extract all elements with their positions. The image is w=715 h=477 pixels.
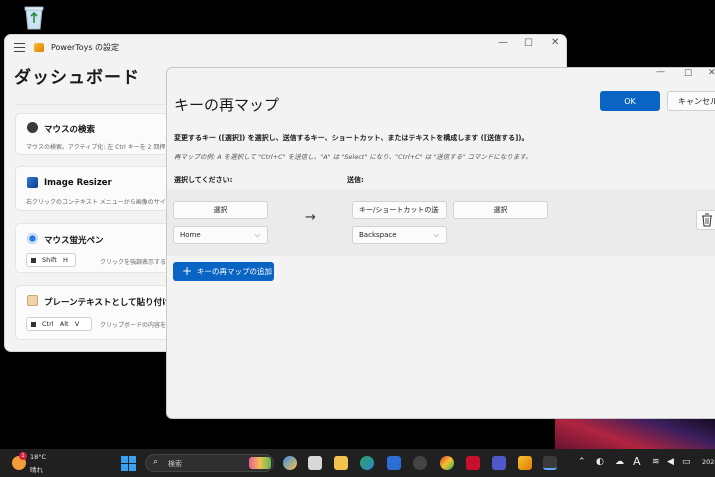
ime-icon[interactable]: A bbox=[633, 455, 641, 468]
send-column-header: 送信: bbox=[347, 176, 364, 184]
from-key-dropdown[interactable]: Home ⌵ bbox=[173, 226, 268, 244]
minimize-icon[interactable]: — bbox=[656, 67, 665, 77]
weather-condition: 晴れ bbox=[30, 466, 43, 474]
instruction-text: 変更するキー ([選択]) を選択し、送信するキー、ショートカット、またはテキス… bbox=[174, 134, 529, 142]
card-description: クリップボードの内容を書 bbox=[100, 322, 173, 329]
key-label: H bbox=[62, 256, 68, 264]
search-placeholder: 検索 bbox=[168, 460, 182, 468]
trash-icon bbox=[702, 213, 712, 227]
button-label: キーの再マップの追加 bbox=[197, 267, 272, 276]
tray-app-icon[interactable]: ◐ bbox=[596, 457, 604, 467]
card-title: プレーンテキストとして貼り付け bbox=[44, 298, 171, 308]
remap-row: 選択 Home ⌵ → キー/ショートカットの送 ⌵ 選択 Backspace … bbox=[167, 189, 715, 256]
chevron-down-icon: ⌵ bbox=[433, 231, 439, 239]
maximize-icon[interactable]: ☐ bbox=[524, 38, 533, 49]
battery-icon[interactable]: ▭ bbox=[682, 457, 691, 467]
hamburger-menu-icon[interactable] bbox=[14, 43, 25, 52]
card-edge bbox=[15, 95, 185, 105]
title-bar: PowerToys の設定 — ☐ ✕ bbox=[5, 35, 566, 61]
key-label: Shift bbox=[42, 256, 57, 264]
copilot-icon[interactable] bbox=[283, 456, 297, 470]
card-paste-plain[interactable]: プレーンテキストとして貼り付け Ctrl Alt V クリップボードの内容を書 bbox=[15, 285, 185, 340]
close-icon[interactable]: ✕ bbox=[708, 68, 715, 78]
notification-badge: 1 bbox=[19, 452, 27, 460]
chevron-down-icon: ⌵ bbox=[433, 206, 439, 214]
maximize-icon[interactable]: ☐ bbox=[684, 69, 692, 79]
example-text: 再マップの例: A を選択して "Ctrl+C" を送信し、"A" は "Sel… bbox=[174, 153, 532, 161]
start-button[interactable] bbox=[121, 456, 136, 471]
to-key-dropdown[interactable]: Backspace ⌵ bbox=[352, 226, 447, 244]
plus-icon: + bbox=[182, 264, 193, 278]
card-title: マウスの検索 bbox=[44, 125, 96, 135]
page-title: ダッシュボード bbox=[14, 68, 140, 88]
file-explorer-icon[interactable] bbox=[334, 456, 348, 470]
mcafee-icon[interactable] bbox=[466, 456, 480, 470]
taskbar: 1 18°C 晴れ ⌕ 検索 ⌃ ◐ ☁ A ≋ ◀ ▭ 2024 bbox=[0, 449, 715, 477]
volume-icon[interactable]: ◀ bbox=[667, 457, 674, 467]
remap-keys-dialog: — ☐ ✕ キーの再マップ OK キャンセル 変更するキー ([選択]) を選択… bbox=[166, 67, 715, 419]
dropdown-value: キー/ショートカットの送 bbox=[359, 206, 439, 214]
card-title: Image Resizer bbox=[44, 178, 112, 188]
github-icon[interactable] bbox=[413, 456, 427, 470]
store-icon[interactable] bbox=[387, 456, 401, 470]
mouse-find-icon bbox=[27, 122, 38, 133]
powertoys-taskbar-icon[interactable] bbox=[518, 456, 532, 470]
delete-row-button[interactable] bbox=[696, 210, 715, 230]
key-label: Alt bbox=[59, 320, 69, 328]
edge-icon[interactable] bbox=[360, 456, 374, 470]
teams-icon[interactable] bbox=[492, 456, 506, 470]
dropdown-value: Backspace bbox=[359, 231, 397, 239]
windows-key-icon bbox=[31, 321, 36, 327]
dialog-title: キーの再マップ bbox=[174, 96, 280, 114]
paste-plain-icon bbox=[27, 295, 38, 306]
weather-temperature: 18°C bbox=[30, 453, 47, 461]
image-resizer-icon bbox=[27, 177, 38, 188]
recycle-bin-icon[interactable] bbox=[22, 4, 46, 30]
key-label: Ctrl bbox=[42, 320, 54, 328]
shortcut-keys: Shift H bbox=[26, 253, 76, 267]
chevron-up-icon[interactable]: ⌃ bbox=[578, 457, 586, 467]
key-label: V bbox=[74, 320, 80, 328]
card-mouse-highlighter[interactable]: マウス蛍光ペン Shift H クリックを強調表示する bbox=[15, 223, 185, 273]
cancel-button[interactable]: キャンセル bbox=[667, 91, 715, 111]
select-key-button[interactable]: 選択 bbox=[173, 201, 268, 219]
close-icon[interactable]: ✕ bbox=[551, 37, 559, 48]
powertoys-app-icon bbox=[34, 43, 44, 52]
search-icon: ⌕ bbox=[153, 457, 159, 467]
cloud-icon[interactable]: ☁ bbox=[615, 457, 624, 467]
card-description: クリックを強調表示する bbox=[100, 259, 167, 266]
chevron-down-icon: ⌵ bbox=[254, 231, 260, 239]
windows-key-icon bbox=[31, 257, 36, 263]
chrome-icon[interactable] bbox=[440, 456, 454, 470]
card-description: マウスの検索。アクティブ化: 左 Ctrl キーを 2 回押す bbox=[26, 144, 172, 151]
clock[interactable]: 2024 bbox=[702, 458, 715, 466]
keyboard-manager-icon[interactable] bbox=[543, 456, 557, 470]
mouse-highlighter-icon bbox=[27, 233, 38, 244]
card-image-resizer[interactable]: Image Resizer 右クリックのコンテキスト メニューから画像のサイズを bbox=[15, 166, 185, 211]
wifi-icon[interactable]: ≋ bbox=[652, 457, 660, 467]
arrow-right-icon: → bbox=[305, 210, 316, 225]
minimize-icon[interactable]: — bbox=[498, 37, 508, 48]
card-mouse-find[interactable]: マウスの検索 マウスの検索。アクティブ化: 左 Ctrl キーを 2 回押す bbox=[15, 113, 185, 155]
task-view-icon[interactable] bbox=[308, 456, 322, 470]
add-key-remap-button[interactable]: + キーの再マップの追加 bbox=[173, 262, 274, 281]
ok-button[interactable]: OK bbox=[600, 91, 660, 111]
window-title: PowerToys の設定 bbox=[51, 43, 120, 52]
card-title: マウス蛍光ペン bbox=[44, 236, 104, 246]
select-column-header: 選択してください: bbox=[174, 176, 233, 184]
shortcut-keys: Ctrl Alt V bbox=[26, 317, 92, 331]
taskbar-search[interactable]: ⌕ 検索 bbox=[145, 454, 274, 472]
search-highlight-icon bbox=[249, 457, 271, 469]
dropdown-value: Home bbox=[180, 231, 201, 239]
send-type-dropdown[interactable]: キー/ショートカットの送 ⌵ bbox=[352, 201, 447, 219]
card-description: 右クリックのコンテキスト メニューから画像のサイズを bbox=[26, 199, 178, 206]
send-select-button[interactable]: 選択 bbox=[453, 201, 548, 219]
